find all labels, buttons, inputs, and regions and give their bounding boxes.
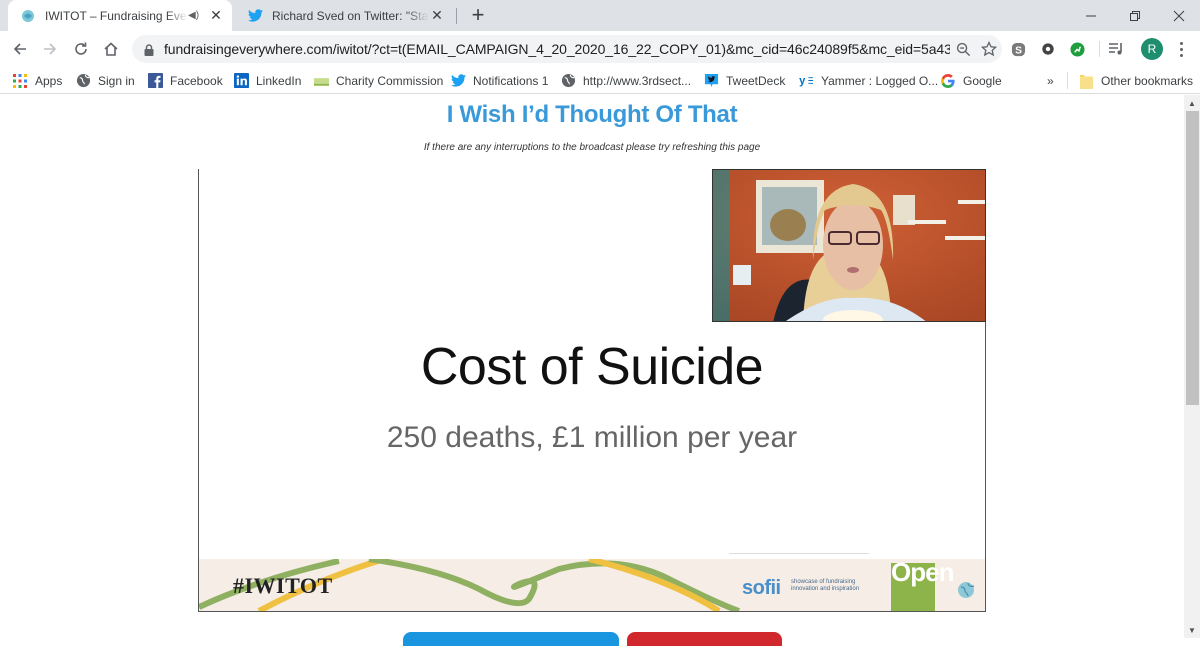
audio-playing-icon[interactable]: ◀︎) — [188, 10, 202, 21]
toolbar-separator — [1099, 41, 1100, 57]
bookmark-yammer[interactable]: y Yammer : Logged O... — [798, 70, 939, 91]
apps-grid-icon — [12, 73, 28, 89]
bookmarks-bar: Apps Sign in Facebook LinkedIn Charity C… — [0, 67, 1200, 94]
svg-text:y: y — [799, 75, 806, 87]
forward-button[interactable] — [36, 35, 64, 63]
globe-icon — [560, 73, 576, 89]
bookmark-charity-commission[interactable]: Charity Commission — [313, 70, 443, 91]
bookmark-label: Google — [963, 73, 1002, 88]
tab-iwitot[interactable]: IWITOT – Fundraising Everywhere ◀︎) ✕ — [8, 0, 232, 31]
player-overlay-line — [729, 553, 869, 554]
tab-twitter[interactable]: Richard Sved on Twitter: "Stands ✕ — [235, 0, 453, 31]
bookmarks-overflow-button[interactable]: » — [1047, 70, 1054, 91]
bookmark-facebook[interactable]: Facebook — [147, 70, 223, 91]
bookmark-star-icon[interactable] — [976, 41, 1002, 57]
bookmark-apps[interactable]: Apps — [12, 70, 62, 91]
fundraising-everywhere-favicon — [20, 8, 36, 24]
bookmark-label: Charity Commission — [336, 73, 444, 88]
bookmark-label: TweetDeck — [726, 73, 786, 88]
browser-toolbar: fundraisingeverywhere.com/iwitot/?ct=t(E… — [0, 31, 1200, 67]
globe-extension-icon[interactable] — [1039, 40, 1057, 58]
restore-button[interactable] — [1112, 0, 1158, 31]
bookmark-linkedin[interactable]: LinkedIn — [233, 70, 301, 91]
close-window-button[interactable] — [1156, 0, 1200, 31]
hashtag-logo: #IWITOT — [233, 573, 333, 598]
web-page: I Wish I’d Thought Of That If there are … — [0, 95, 1184, 646]
scroll-up-arrow-icon[interactable]: ▲ — [1184, 95, 1200, 111]
facebook-icon — [147, 73, 163, 89]
close-tab-icon[interactable]: ✕ — [429, 7, 445, 24]
speaker-video-frame — [713, 170, 985, 321]
webcam-feed — [712, 169, 986, 322]
new-tab-button[interactable]: + — [466, 4, 490, 28]
bookmark-label: Sign in — [98, 73, 135, 88]
charity-commission-icon — [313, 73, 329, 89]
twitter-bird-icon — [247, 8, 263, 24]
bookmark-label: Apps — [35, 73, 63, 88]
bookmark-tweetdeck[interactable]: TweetDeck — [703, 70, 785, 91]
green-runner-extension-icon[interactable] — [1068, 40, 1086, 58]
bookmarks-separator — [1067, 72, 1068, 89]
google-icon — [940, 73, 956, 89]
open-logo-text: Open — [891, 559, 954, 587]
skype-extension-icon[interactable]: S — [1009, 40, 1027, 58]
tab-title: IWITOT – Fundraising Everywhere — [45, 8, 188, 23]
video-player[interactable]: Cost of Suicide 250 deaths, £1 million p… — [198, 169, 986, 612]
home-button[interactable] — [97, 35, 125, 63]
bookmark-label: http://www.3rdsect... — [583, 73, 692, 88]
bookmark-label: Notifications 1 — [473, 73, 549, 88]
zoom-magnifier-icon[interactable] — [950, 42, 976, 57]
lock-icon[interactable] — [144, 43, 154, 56]
bookmark-google[interactable]: Google — [940, 70, 1002, 91]
bookmark-other-bookmarks[interactable]: Other bookmarks — [1078, 70, 1193, 91]
sofii-logo: sofii — [742, 577, 781, 599]
bookmark-3rdsector[interactable]: http://www.3rdsect... — [560, 70, 691, 91]
tab-title: Richard Sved on Twitter: "Stands — [272, 8, 429, 23]
svg-text:S: S — [1015, 45, 1022, 56]
action-button-red[interactable] — [627, 632, 782, 646]
profile-avatar[interactable]: R — [1141, 38, 1163, 60]
share-button-blue[interactable] — [403, 632, 619, 646]
yammer-icon: y — [798, 73, 814, 89]
vertical-scrollbar[interactable]: ▲ ▼ — [1184, 95, 1200, 638]
slide-subtitle: 250 deaths, £1 million per year — [386, 421, 798, 454]
reload-button[interactable] — [67, 35, 95, 63]
bookmark-label: Other bookmarks — [1101, 73, 1194, 88]
url-text[interactable]: fundraisingeverywhere.com/iwitot/?ct=t(E… — [164, 41, 950, 57]
browser-menu-icon[interactable] — [1172, 37, 1190, 61]
close-tab-icon[interactable]: ✕ — [208, 7, 224, 24]
bookmark-label: Yammer : Logged O... — [821, 73, 939, 88]
minimize-button[interactable] — [1068, 0, 1114, 31]
folder-icon — [1078, 73, 1094, 89]
media-queue-icon[interactable] — [1107, 40, 1125, 58]
sofii-tagline: showcase of fundraising innovation and i… — [791, 579, 860, 592]
twitter-bird-icon — [450, 73, 466, 89]
page-title: I Wish I’d Thought Of That — [446, 101, 738, 128]
broadcast-note: If there are any interruptions to the br… — [423, 142, 761, 153]
bookmark-notifications[interactable]: Notifications 1 — [450, 70, 548, 91]
tab-separator — [456, 8, 457, 24]
tab-strip: IWITOT – Fundraising Everywhere ◀︎) ✕ Ri… — [0, 0, 1200, 31]
scroll-down-arrow-icon[interactable]: ▼ — [1184, 622, 1200, 638]
slide-title: Cost of Suicide — [420, 338, 764, 396]
globe-icon — [75, 73, 91, 89]
address-bar[interactable]: fundraisingeverywhere.com/iwitot/?ct=t(E… — [132, 35, 1002, 63]
globe-logo-icon — [958, 582, 975, 598]
tweetdeck-icon — [703, 73, 719, 89]
sponsor-banner: #IWITOT sofii showcase of fundraising in… — [199, 559, 985, 611]
bookmark-label: LinkedIn — [256, 73, 302, 88]
bookmark-sign-in[interactable]: Sign in — [75, 70, 135, 91]
scrollbar-thumb[interactable] — [1186, 111, 1199, 405]
back-button[interactable] — [6, 35, 34, 63]
chevron-double-right-icon: » — [1047, 73, 1054, 88]
bookmark-label: Facebook — [170, 73, 223, 88]
linkedin-icon — [233, 73, 249, 89]
